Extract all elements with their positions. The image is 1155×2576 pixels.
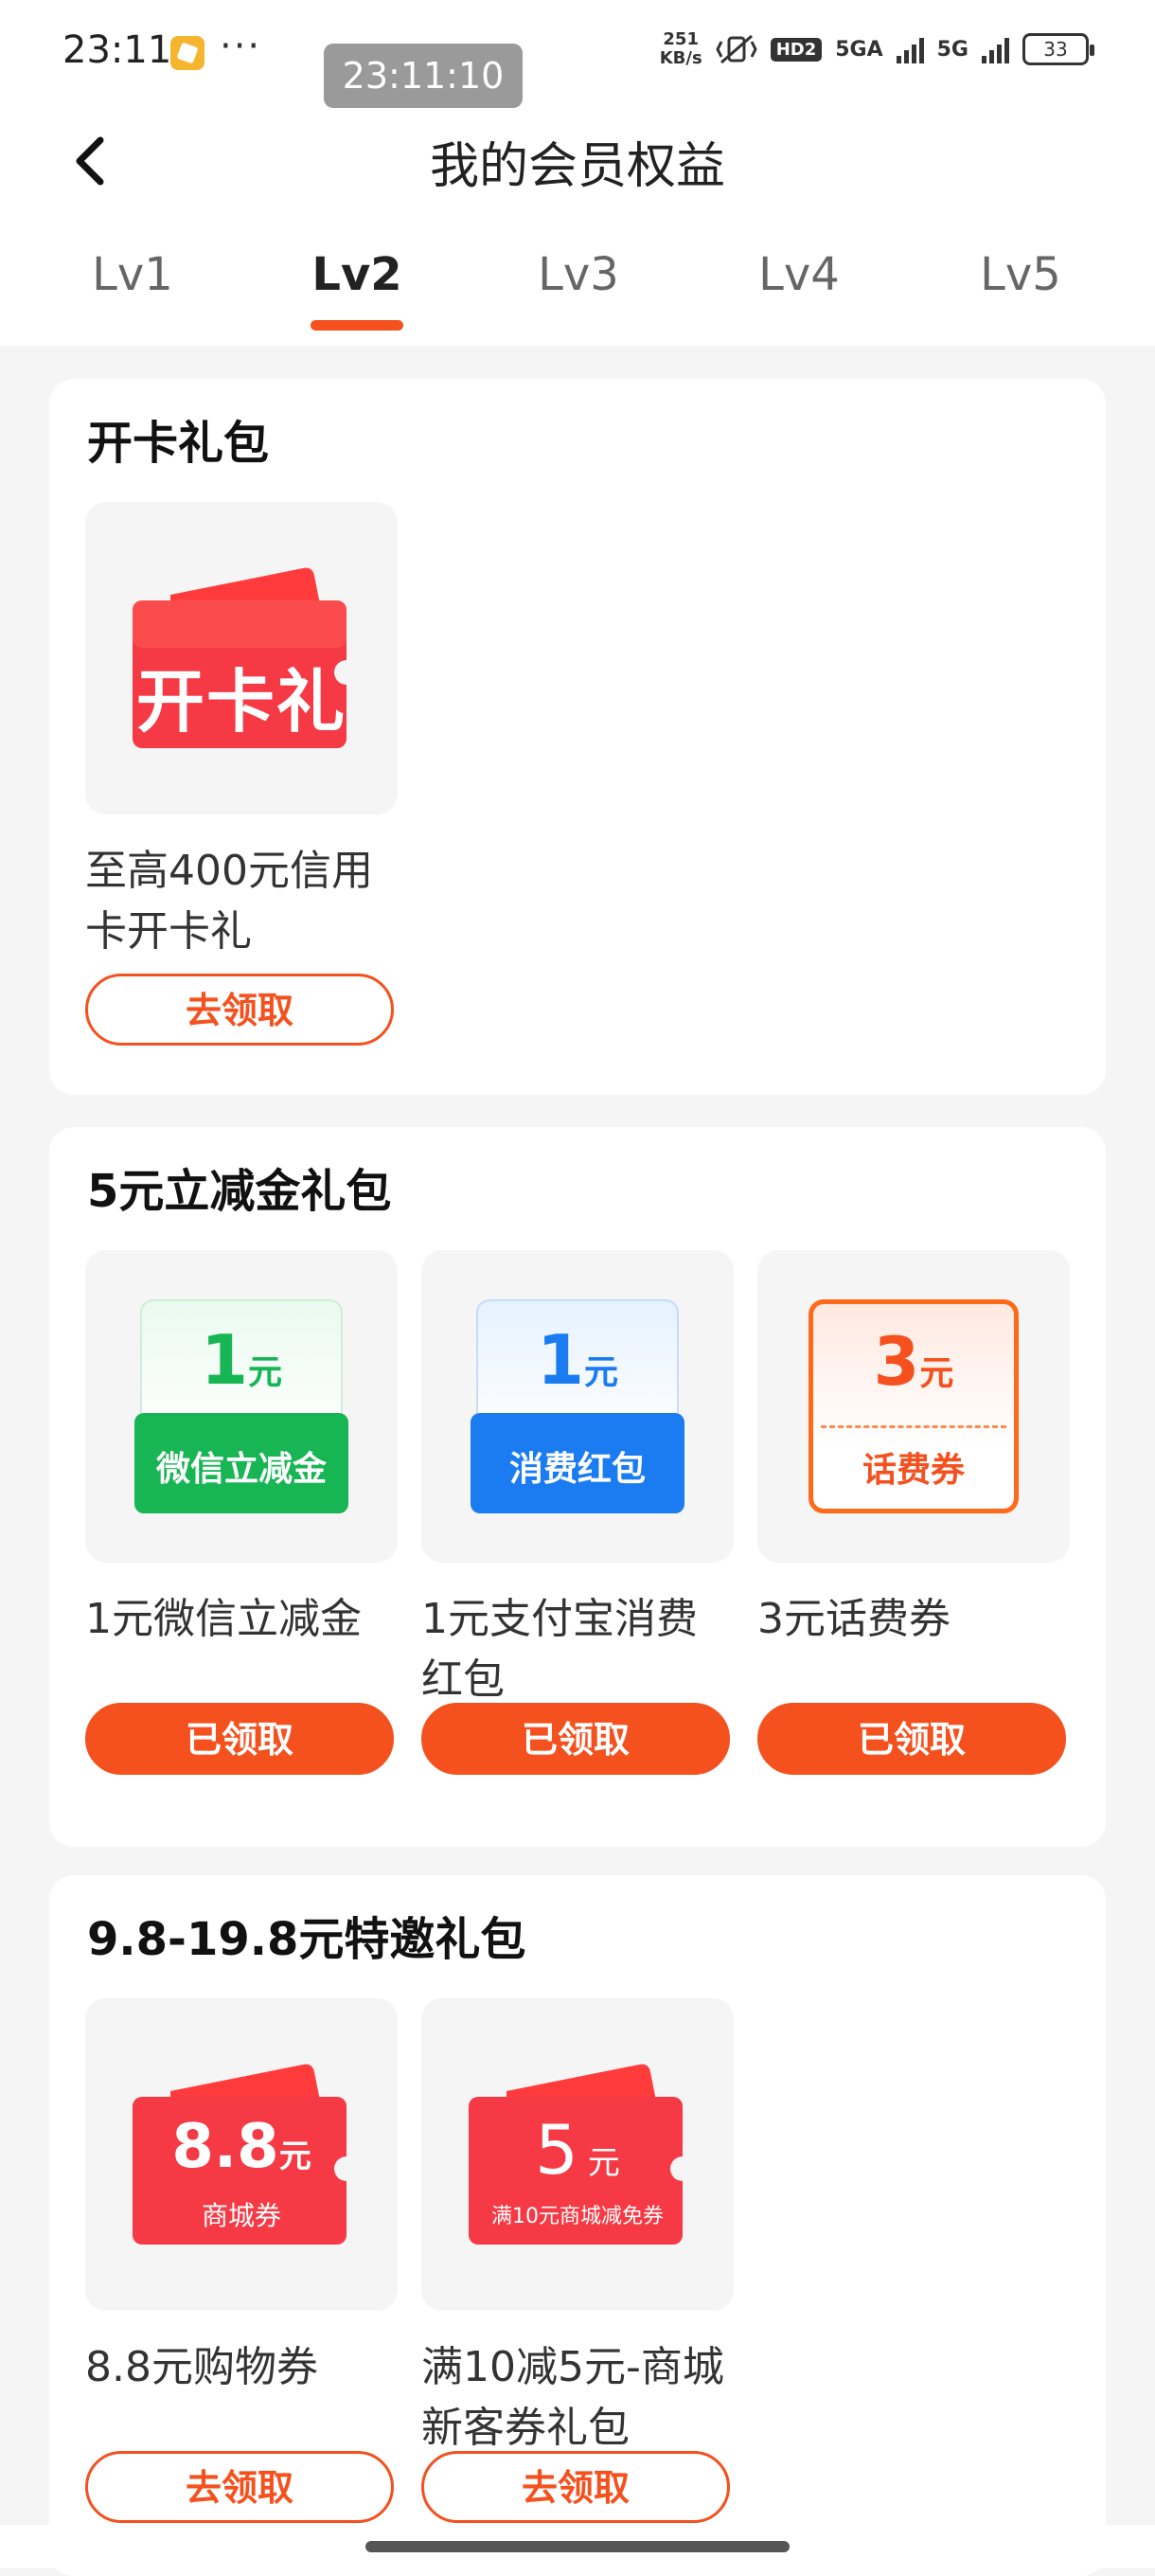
- section-title: 开卡礼包: [87, 417, 270, 470]
- section-card-open-card: 开卡礼包 开卡礼 至高400元信用 卡开卡礼 去领取: [49, 379, 1106, 1095]
- claimed-button[interactable]: 已领取: [85, 1703, 394, 1775]
- network-speed: 251 KB/s: [659, 29, 702, 68]
- benefit-name: 8.8元购物券: [85, 2343, 318, 2391]
- tab-lv3[interactable]: Lv3: [503, 248, 654, 301]
- signal-label-1: 5GA: [835, 37, 883, 62]
- claimed-button[interactable]: 已领取: [421, 1703, 730, 1775]
- section-title: 5元立减金礼包: [87, 1165, 392, 1218]
- level-tabs: Lv1 Lv2 Lv3 Lv4 Lv5: [0, 248, 1155, 324]
- benefit-thumbnail[interactable]: 开卡礼: [85, 502, 398, 814]
- home-indicator[interactable]: [365, 2541, 790, 2552]
- phone-bill-coupon-icon: 3元 话费券: [808, 1299, 1019, 1513]
- benefit-name: 3元话费券: [757, 1595, 951, 1643]
- benefit-item: 1元 消费红包 1元支付宝消费 红包 已领取: [421, 1250, 734, 1818]
- hd-icon: HD2: [770, 37, 823, 62]
- claimed-button[interactable]: 已领取: [757, 1703, 1066, 1775]
- section-card-discount: 5元立减金礼包 1元 微信立减金 1元微信立减金 已领取 1元 消费红包 1元支…: [49, 1127, 1106, 1847]
- claim-button[interactable]: 去领取: [85, 974, 394, 1046]
- status-bar: 23:11 ··· 23:11:10 251 KB/s HD2 5GA 5G 3…: [0, 0, 1155, 114]
- tab-lv5[interactable]: Lv5: [945, 248, 1096, 301]
- tab-lv4[interactable]: Lv4: [723, 248, 875, 301]
- benefit-thumbnail[interactable]: 3元 话费券: [757, 1250, 1070, 1563]
- notification-app-icon: [170, 36, 204, 70]
- wechat-coupon-icon: 1元 微信立减金: [134, 1299, 348, 1513]
- benefit-item: 8.8元 商城券 8.8元购物券 去领取: [85, 1998, 398, 2567]
- claim-button[interactable]: 去领取: [85, 2451, 394, 2523]
- battery-icon: 33: [1022, 33, 1094, 65]
- status-icons: 251 KB/s HD2 5GA 5G 33: [659, 29, 1094, 68]
- benefit-thumbnail[interactable]: 5元 满10元商城减免券: [421, 1998, 734, 2311]
- clock-pill: 23:11:10: [324, 44, 523, 108]
- signal-bars-icon-2: [982, 35, 1009, 63]
- section-card-invite: 9.8-19.8元特邀礼包 8.8元 商城券 8.8元购物券 去领取 5元 满1…: [49, 1875, 1106, 2576]
- active-tab-indicator: [311, 320, 403, 331]
- benefit-thumbnail[interactable]: 8.8元 商城券: [85, 1998, 398, 2311]
- benefit-thumbnail[interactable]: 1元 微信立减金: [85, 1250, 398, 1563]
- signal-label-2: 5G: [936, 37, 968, 62]
- signal-bars-icon-1: [896, 35, 924, 63]
- benefit-thumbnail[interactable]: 1元 消费红包: [421, 1250, 734, 1563]
- section-title: 9.8-19.8元特邀礼包: [87, 1913, 526, 1966]
- benefit-item: 3元 话费券 3元话费券 已领取: [757, 1250, 1070, 1818]
- tab-lv1[interactable]: Lv1: [57, 248, 208, 301]
- alipay-coupon-icon: 1元 消费红包: [471, 1299, 684, 1513]
- benefit-item: 1元 微信立减金 1元微信立减金 已领取: [85, 1250, 398, 1818]
- page-title: 我的会员权益: [429, 138, 725, 195]
- benefit-name: 满10减5元-商城 新客券礼包: [421, 2343, 724, 2452]
- status-time: 23:11: [62, 28, 172, 72]
- benefit-name: 1元微信立减金: [85, 1595, 362, 1643]
- tab-lv2[interactable]: Lv2: [281, 248, 433, 301]
- more-notifications-icon: ···: [220, 25, 262, 68]
- benefit-name: 至高400元信用 卡开卡礼: [85, 847, 373, 956]
- mute-vibrate-icon: [716, 34, 757, 64]
- benefit-name: 1元支付宝消费 红包: [421, 1595, 698, 1704]
- claim-button[interactable]: 去领取: [421, 2451, 730, 2523]
- wallet-art-text: 开卡礼: [135, 662, 346, 742]
- benefit-item: 开卡礼 至高400元信用 卡开卡礼 去领取: [85, 502, 398, 1070]
- benefit-item: 5元 满10元商城减免券 满10减5元-商城 新客券礼包 去领取: [421, 1998, 734, 2567]
